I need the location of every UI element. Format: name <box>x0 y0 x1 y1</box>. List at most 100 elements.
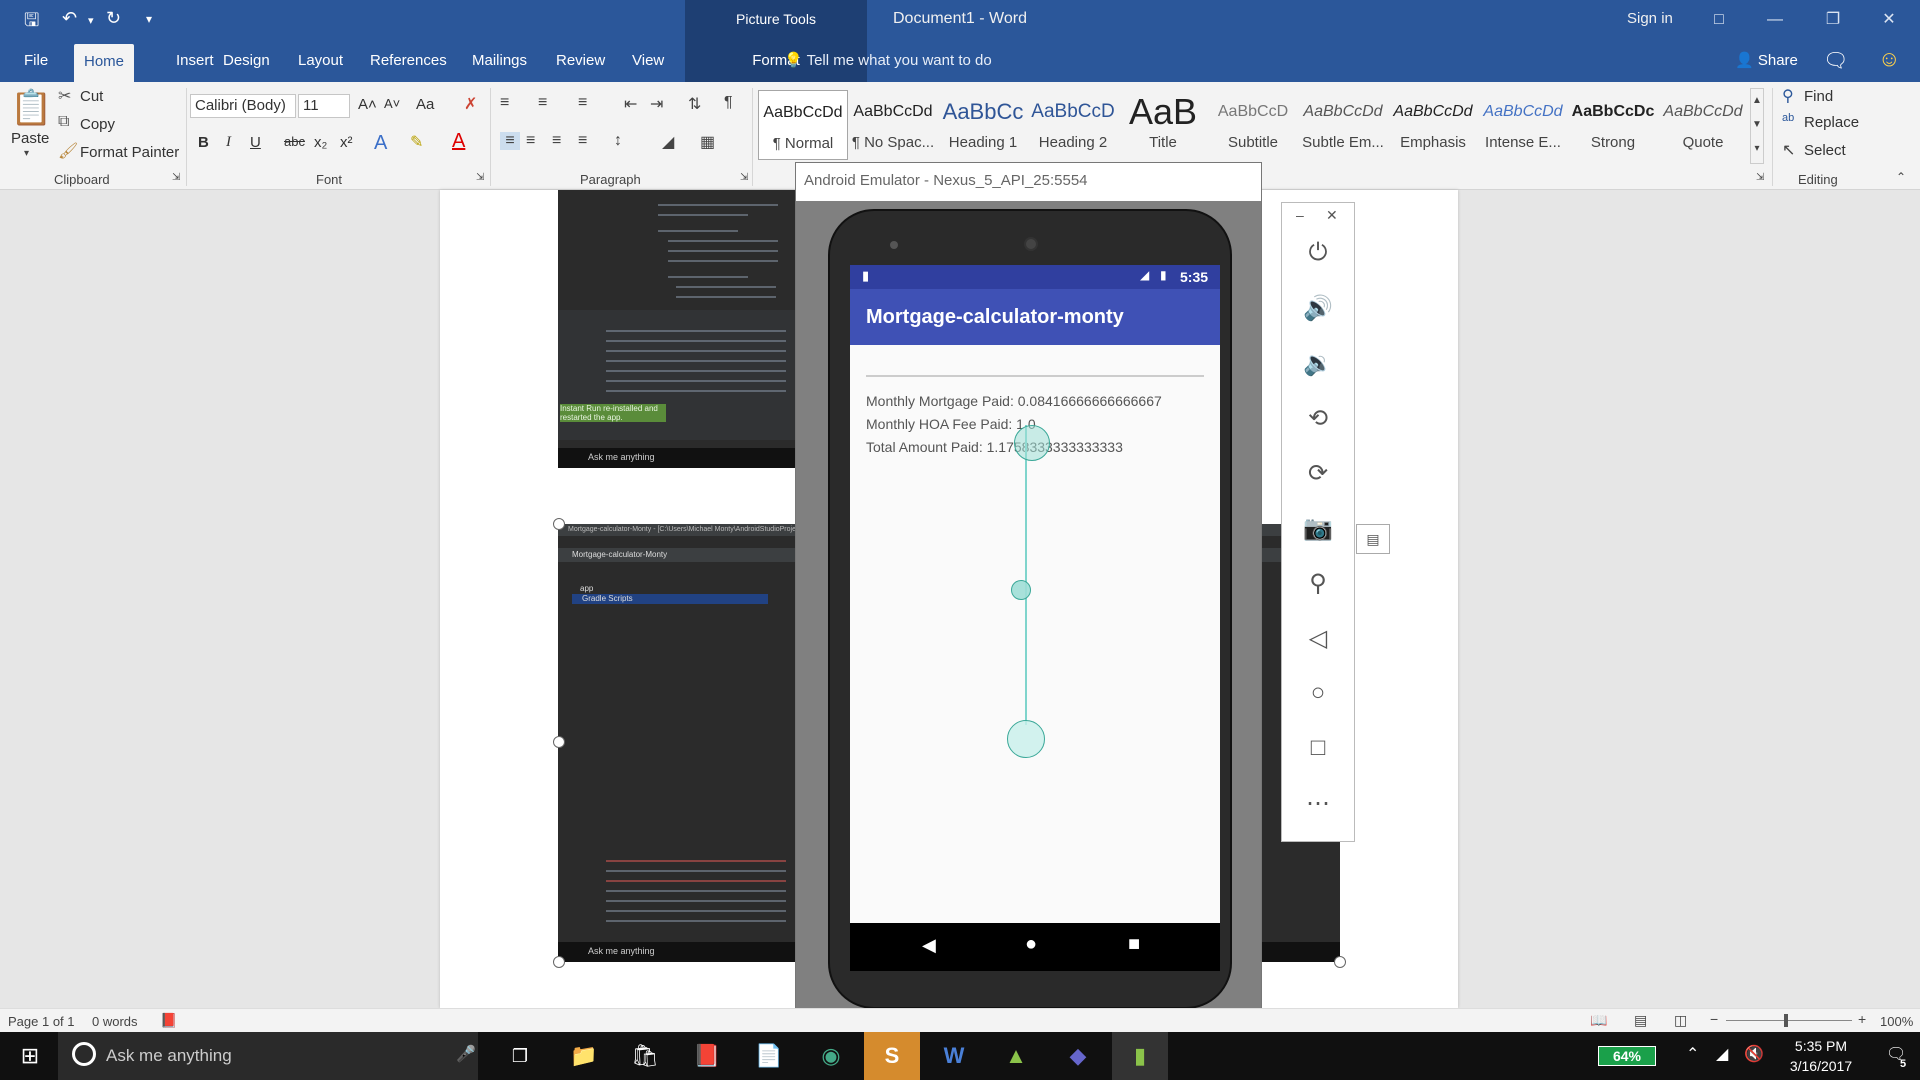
clipboard-launcher-icon[interactable]: ⇲ <box>172 172 180 183</box>
print-layout-icon[interactable]: ▤ <box>1634 1012 1647 1029</box>
style-intense-emphasis[interactable]: AaBbCcDd Intense E... <box>1478 90 1568 160</box>
highlighter-icon[interactable]: ✎ <box>410 132 423 152</box>
store-icon[interactable]: 🛍 <box>617 1032 673 1080</box>
undo-dropdown-icon[interactable]: ▾ <box>88 14 94 27</box>
android-device-icon[interactable]: ▮ <box>1112 1032 1168 1080</box>
strikethrough-button[interactable]: abc <box>284 134 305 149</box>
bold-button[interactable]: B <box>198 134 209 151</box>
emulator-window[interactable]: Android Emulator - Nexus_5_API_25:5554 ▮… <box>795 162 1262 1019</box>
resize-handle-top-left[interactable] <box>553 518 565 530</box>
tab-review[interactable]: Review <box>546 40 615 82</box>
word-icon[interactable]: W <box>926 1032 982 1080</box>
tab-references[interactable]: References <box>360 40 457 82</box>
tab-layout[interactable]: Layout <box>288 40 353 82</box>
microphone-icon[interactable]: 🎤 <box>456 1044 476 1064</box>
redo-icon[interactable]: ↻ <box>106 8 121 29</box>
font-color-icon[interactable]: A <box>452 130 465 153</box>
align-center-icon[interactable]: ≡ <box>526 132 535 150</box>
read-mode-icon[interactable]: 📖 <box>1590 1012 1607 1029</box>
borders-icon[interactable]: ▦ <box>700 132 715 152</box>
skype-icon[interactable]: S <box>864 1032 920 1080</box>
tell-me-box[interactable]: 💡 Tell me what you want to do <box>784 40 992 82</box>
tab-file[interactable]: File <box>14 40 58 82</box>
select-button[interactable]: Select <box>1804 142 1846 159</box>
chrome-icon[interactable]: ◉ <box>803 1032 859 1080</box>
layout-options-icon[interactable]: ▤ <box>1356 524 1390 554</box>
back-icon[interactable]: ◁ <box>1282 624 1354 653</box>
ribbon-display-options-icon[interactable]: □ <box>1696 0 1742 40</box>
screenshot-camera-icon[interactable]: 📷 <box>1282 514 1354 543</box>
taskbar-clock[interactable]: 5:35 PM 3/16/2017 <box>1766 1036 1876 1076</box>
pilcrow-icon[interactable]: ¶ <box>724 94 733 112</box>
pdf-app-icon[interactable]: 📄 <box>741 1032 797 1080</box>
customize-toolbar-icon[interactable]: ▾ <box>146 12 152 26</box>
clear-formatting-icon[interactable]: ✗ <box>464 94 477 114</box>
emulator-minimize-icon[interactable]: – <box>1296 207 1304 223</box>
sort-icon[interactable]: ⇅ <box>688 94 701 114</box>
web-layout-icon[interactable]: ◫ <box>1674 1012 1687 1029</box>
font-size-select[interactable]: 11 <box>298 94 350 118</box>
share-button[interactable]: 👤 Share <box>1735 40 1798 82</box>
volume-up-icon[interactable]: 🔊 <box>1282 294 1354 323</box>
align-right-icon[interactable]: ≡ <box>552 132 561 150</box>
task-view-icon[interactable]: ❐ <box>492 1032 548 1080</box>
android-studio-icon[interactable]: ▲ <box>988 1032 1044 1080</box>
multilevel-list-icon[interactable]: ≡ <box>578 94 587 112</box>
show-hidden-icons-icon[interactable]: ⌃ <box>1686 1044 1699 1064</box>
rotate-right-icon[interactable]: ⟳ <box>1282 459 1354 488</box>
cortana-search-box[interactable]: Ask me anything 🎤 <box>58 1032 478 1080</box>
styles-scroll-icon[interactable]: ▲ ▼ ▾ <box>1750 88 1764 164</box>
zoom-icon[interactable]: ⚲ <box>1282 569 1354 598</box>
resize-handle-bottom-left[interactable] <box>553 956 565 968</box>
embedded-screenshot-top[interactable]: Instant Run re-installed and restarted t… <box>558 190 798 468</box>
feedback-smiley-icon[interactable]: ☺ <box>1878 46 1900 72</box>
windows-start-icon[interactable]: ⊞ <box>2 1032 58 1080</box>
overview-icon[interactable]: □ <box>1282 734 1354 762</box>
proofing-icon[interactable]: 📕 <box>160 1012 177 1029</box>
style-strong[interactable]: AaBbCcDc Strong <box>1568 90 1658 160</box>
justify-icon[interactable]: ≡ <box>578 132 587 150</box>
grow-font-button[interactable]: A˄ <box>358 96 377 113</box>
zoom-out-icon[interactable]: − <box>1710 1011 1718 1027</box>
volume-down-icon[interactable]: 🔉 <box>1282 349 1354 378</box>
font-launcher-icon[interactable]: ⇲ <box>476 172 484 183</box>
subscript-button[interactable]: x₂ <box>314 134 327 151</box>
rotate-left-icon[interactable]: ⟲ <box>1282 404 1354 433</box>
tab-mailings[interactable]: Mailings <box>462 40 537 82</box>
zoom-slider-thumb[interactable] <box>1784 1014 1788 1027</box>
increase-indent-icon[interactable]: ⇥ <box>650 94 663 114</box>
undo-icon[interactable]: ↶ <box>62 8 77 29</box>
change-case-button[interactable]: Aa <box>416 96 434 113</box>
save-icon[interactable]: 🖫 <box>24 8 39 38</box>
copy-button[interactable]: Copy <box>80 116 115 133</box>
home-icon[interactable]: ○ <box>1282 679 1354 707</box>
collapse-ribbon-icon[interactable]: ⌃ <box>1896 170 1906 184</box>
style-emphasis[interactable]: AaBbCcDd Emphasis <box>1388 90 1478 160</box>
style-title[interactable]: AaB Title <box>1118 90 1208 160</box>
android-recents-icon[interactable]: ■ <box>1128 933 1140 956</box>
books-app-icon[interactable]: 📕 <box>679 1032 735 1080</box>
comments-icon[interactable]: 🗨 <box>1823 48 1848 73</box>
tab-home[interactable]: Home <box>74 44 135 82</box>
wifi-icon[interactable]: ◢ <box>1716 1044 1728 1064</box>
clipboard-icon[interactable]: 📋 <box>10 88 52 128</box>
italic-button[interactable]: I <box>226 134 231 151</box>
style-heading-2[interactable]: AaBbCcD Heading 2 <box>1028 90 1118 160</box>
android-back-icon[interactable]: ◀ <box>922 935 936 956</box>
zoom-slider[interactable] <box>1726 1020 1852 1021</box>
emulator-close-icon[interactable]: ✕ <box>1326 207 1338 224</box>
more-options-icon[interactable]: ⋯ <box>1282 789 1354 818</box>
align-left-icon[interactable]: ≡ <box>500 132 520 150</box>
shrink-font-button[interactable]: A˅ <box>384 96 400 111</box>
bullets-icon[interactable]: ≡ <box>500 94 509 112</box>
zoom-level[interactable]: 100% <box>1880 1014 1913 1029</box>
resize-handle-bottom-right[interactable] <box>1334 956 1346 968</box>
page-count[interactable]: Page 1 of 1 <box>8 1014 75 1029</box>
find-button[interactable]: Find <box>1804 88 1833 105</box>
word-count[interactable]: 0 words <box>92 1014 138 1029</box>
decrease-indent-icon[interactable]: ⇤ <box>624 94 637 114</box>
shading-icon[interactable]: ◢ <box>662 132 674 152</box>
tab-design[interactable]: Design <box>213 40 280 82</box>
power-icon[interactable]: ⏻ <box>1282 239 1354 267</box>
sign-in-link[interactable]: Sign in <box>1627 10 1673 27</box>
